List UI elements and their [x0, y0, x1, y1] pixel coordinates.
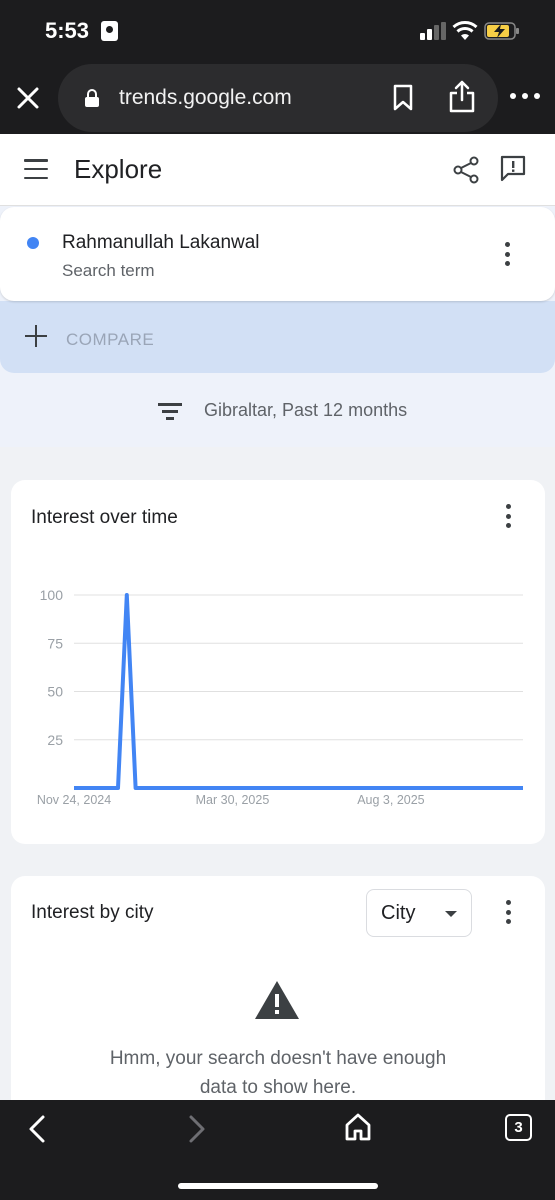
home-icon[interactable]: [344, 1112, 372, 1142]
menu-icon[interactable]: [24, 159, 48, 179]
forward-arrow-icon[interactable]: [186, 1114, 208, 1144]
dropdown-value: City: [381, 902, 416, 924]
lock-icon: [85, 89, 99, 107]
search-term-label: Rahmanullah Lakanwal: [62, 232, 260, 253]
y-tick-label: 25: [47, 732, 63, 748]
y-tick-label: 50: [47, 684, 63, 700]
contact-badge-icon: [101, 21, 118, 41]
back-arrow-icon[interactable]: [26, 1114, 48, 1144]
filter-icon: [158, 403, 182, 421]
compare-button[interactable]: COMPARE: [0, 301, 555, 373]
address-bar[interactable]: trends.google.com: [58, 64, 498, 132]
battery-charging-icon: [484, 22, 519, 40]
no-data-message: Hmm, your search doesn't have enough dat…: [71, 1044, 485, 1102]
wifi-icon: [452, 21, 478, 40]
clock: 5:53: [45, 18, 90, 43]
interest-by-city-card: Interest by city City Hmm, your search d…: [11, 876, 545, 1116]
filter-summary: Gibraltar, Past 12 months: [204, 400, 408, 420]
search-term-card[interactable]: Rahmanullah Lakanwal Search term: [0, 207, 555, 301]
city-more-icon[interactable]: [505, 900, 511, 924]
close-icon: [17, 87, 39, 109]
feedback-icon[interactable]: [499, 154, 527, 182]
status-bar: 5:53: [0, 0, 555, 62]
share-icon[interactable]: [453, 156, 479, 184]
compare-label: COMPARE: [66, 330, 155, 349]
filter-row[interactable]: Gibraltar, Past 12 months: [0, 373, 555, 447]
page-title: Explore: [74, 154, 163, 184]
y-tick-label: 75: [47, 635, 63, 651]
app-header: Explore: [0, 134, 555, 206]
x-tick-label: Mar 30, 2025: [196, 793, 270, 807]
search-term-more-icon[interactable]: [504, 242, 510, 266]
interest-over-time-card: Interest over time 100 75 50 25 Nov 24, 2024…: [11, 480, 545, 844]
tab-count-button[interactable]: 3: [505, 1114, 532, 1141]
x-tick-label: Aug 3, 2025: [357, 793, 424, 807]
url-text: trends.google.com: [119, 86, 292, 109]
cellular-signal-icon: [420, 22, 446, 40]
region-type-dropdown[interactable]: City: [366, 889, 472, 937]
browser-toolbar: trends.google.com: [0, 62, 555, 134]
no-data-line: data to show here.: [199, 1077, 357, 1098]
interest-chart: 100 75 50 25 Nov 24, 2024 Mar 30, 2025 Aug 3, …: [37, 587, 523, 807]
plus-icon: [25, 325, 47, 347]
y-tick-label: 100: [40, 587, 64, 603]
dropdown-caret-icon: [445, 911, 457, 917]
share-icon[interactable]: [448, 80, 476, 114]
card-title: Interest by city: [31, 902, 154, 923]
no-data-line: Hmm, your search doesn't have enough: [109, 1048, 447, 1069]
bookmark-icon[interactable]: [392, 84, 414, 112]
warning-icon: [255, 981, 299, 1019]
x-tick-label: Nov 24, 2024: [37, 793, 111, 807]
home-indicator: [178, 1183, 378, 1189]
series-color-dot: [27, 237, 39, 249]
more-options-icon[interactable]: [510, 93, 540, 103]
search-term-type: Search term: [62, 261, 155, 280]
close-tab-button[interactable]: [12, 82, 44, 114]
